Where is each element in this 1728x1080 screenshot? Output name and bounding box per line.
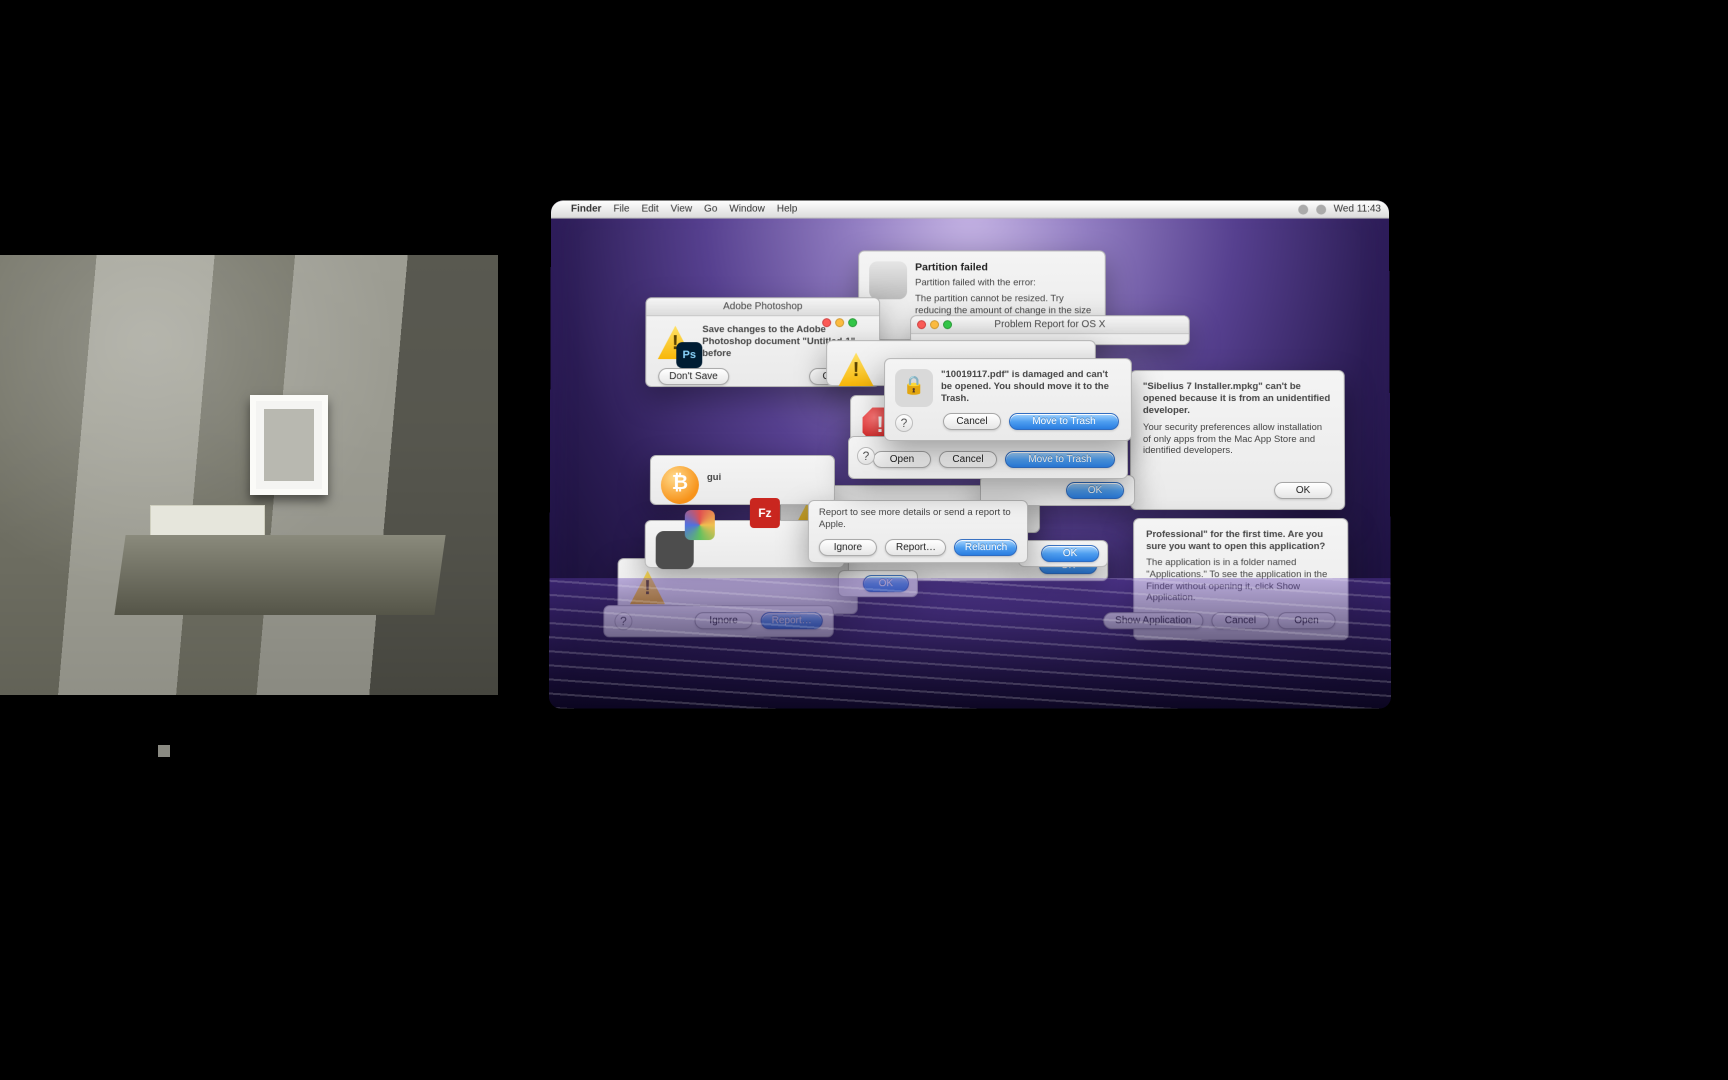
minimize-icon[interactable] [930,320,939,329]
ok-button[interactable]: OK [1274,482,1332,499]
menu-window[interactable]: Window [729,204,765,215]
ignore-button[interactable]: Ignore [819,539,877,556]
warning-icon [628,569,666,607]
window-titlebar[interactable]: Adobe Photoshop [646,298,879,316]
menu-edit[interactable]: Edit [641,204,658,215]
report-button[interactable]: Report… [885,539,946,556]
cubicle-desk [114,535,445,615]
dialog-first-time-open: Professional" for the first time. Are yo… [1133,518,1349,641]
open-button[interactable]: Open [1277,612,1335,629]
menu-view[interactable]: View [671,204,692,215]
help-button[interactable]: ? [857,447,875,465]
dialog-text: "Sibelius 7 Installer.mpkg" can't be ope… [1143,381,1332,417]
window-title: Adobe Photoshop [723,301,802,312]
dialog-ok-only: OK [838,570,918,597]
disk-utility-icon [869,261,907,299]
dialog-text: Partition failed with the error: [915,277,1093,289]
menubar-status-icon[interactable] [1298,204,1308,214]
active-app-menu[interactable]: Finder [571,204,602,215]
dont-save-button[interactable]: Don't Save [658,368,729,385]
ignore-button[interactable]: Ignore [695,612,753,629]
bitcoin-icon [661,466,699,504]
menubar-clock[interactable]: Wed 11:43 [1334,204,1381,215]
zoom-icon[interactable] [943,320,952,329]
help-button[interactable]: ? [614,612,632,630]
close-icon[interactable] [822,318,831,327]
photoshop-app-icon: Ps [676,342,702,368]
mac-desktop: Finder File Edit View Go Window Help Wed… [549,201,1391,709]
ok-button[interactable]: OK [1066,482,1124,499]
cancel-button[interactable]: Cancel [943,413,1001,430]
dialog-body: The application is in a folder named "Ap… [1146,557,1335,605]
dialog-unidentified-developer: "Sibelius 7 Installer.mpkg" can't be ope… [1130,370,1345,510]
decorative-dot [158,745,170,757]
dialog-text: "10019117.pdf" is damaged and can't be o… [941,369,1119,405]
dialog-bitcoin: gui [650,455,835,505]
show-application-button[interactable]: Show Application [1103,612,1203,629]
dialog-text: gui [707,466,822,484]
dialog-damaged-file: "10019117.pdf" is damaged and can't be o… [884,358,1132,441]
filezilla-icon: Fz [750,498,780,528]
move-to-trash-button[interactable]: Move to Trash [1009,413,1119,430]
warning-icon [837,351,875,389]
dialog-report: ? Ignore Report… [603,605,833,637]
dialog-title: Partition failed [915,261,1093,273]
menubar-status-icon[interactable] [1316,204,1326,214]
dialog-text: Professional" for the first time. Are yo… [1146,529,1335,553]
menu-file[interactable]: File [613,204,629,215]
dialog-ok-only: OK [1018,540,1108,567]
menu-go[interactable]: Go [704,204,717,215]
relaunch-button[interactable]: Relaunch [954,539,1017,556]
window-titlebar[interactable]: Problem Report for OS X [911,316,1189,334]
report-button[interactable]: Report… [761,612,823,629]
window-title: Problem Report for OS X [994,319,1105,330]
move-to-trash-button[interactable]: Move to Trash [1005,451,1115,468]
menubar: Finder File Edit View Go Window Help Wed… [551,201,1389,219]
cancel-button[interactable]: Cancel [939,451,997,468]
ok-button[interactable]: OK [863,575,909,592]
ok-button[interactable]: OK [1041,545,1099,562]
left-video-still [0,255,498,695]
app-icon [685,510,715,540]
dialog-text: Report to see more details or send a rep… [819,507,1017,531]
cubicle-monitor [250,395,328,495]
dialog-crash-report: Report to see more details or send a rep… [808,500,1028,563]
help-button[interactable]: ? [895,414,913,432]
menu-help[interactable]: Help [777,204,798,215]
dialog-body: Your security preferences allow installa… [1143,422,1332,458]
dialog-open-or-trash: ? Open Cancel Move to Trash [848,436,1128,479]
open-button[interactable]: Open [873,451,931,468]
dialog-subtext [1143,462,1332,474]
zoom-icon[interactable] [848,318,857,327]
lock-icon [895,369,933,407]
cancel-button[interactable]: Cancel [1211,612,1269,629]
minimize-icon[interactable] [835,318,844,327]
close-icon[interactable] [917,320,926,329]
